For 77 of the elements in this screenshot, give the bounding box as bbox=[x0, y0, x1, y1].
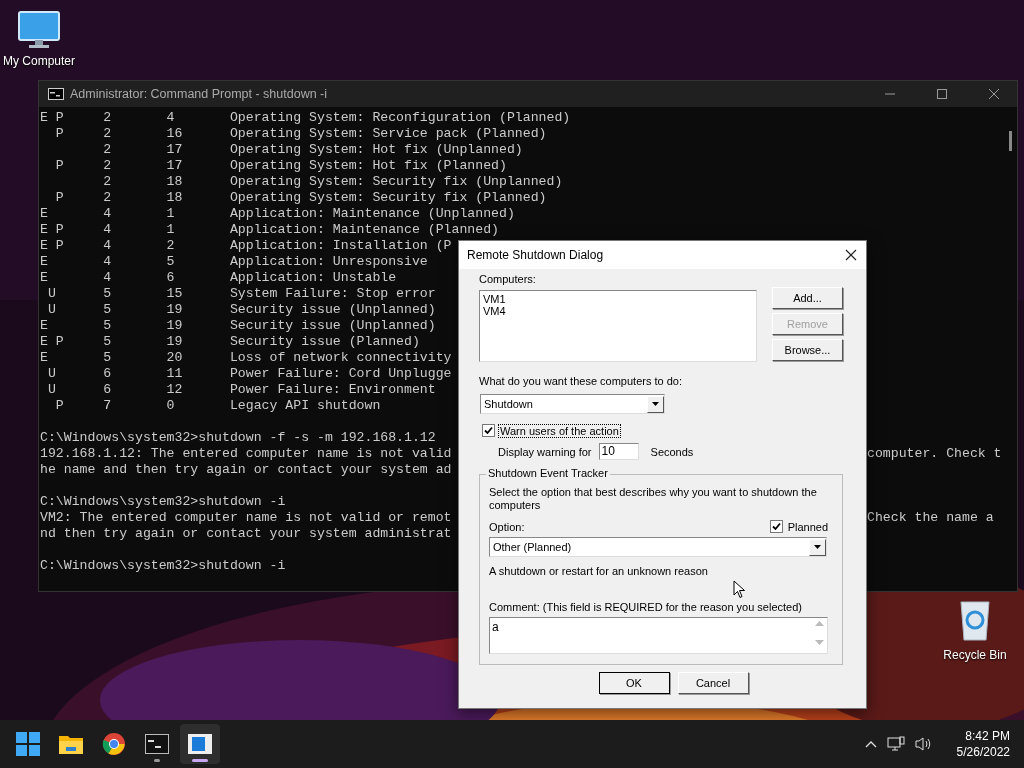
caret-icon bbox=[652, 402, 659, 406]
console-line: he name and then try again or contact your system ad bbox=[40, 462, 452, 478]
console-line: P 2 18 Operating System: Security fix (Planned) bbox=[54, 190, 547, 206]
console-line: E 4 5 Application: Unresponsive bbox=[40, 254, 428, 270]
dialog-title: Remote Shutdown Dialog bbox=[467, 248, 604, 262]
console-line: E P 2 4 Operating System: Reconfiguration (Planned) bbox=[40, 110, 571, 126]
window-title: Administrator: Command Prompt - shutdown -i bbox=[70, 87, 328, 101]
console-line: 2 18 Operating System: Security fix (Unplanned) bbox=[102, 174, 563, 190]
console-line: C:\Windows\system32>shutdown -f -s -m 192.168.1.12 bbox=[40, 430, 436, 446]
console-line: P 2 17 Operating System: Hot fix (Planned) bbox=[54, 158, 507, 174]
folder-icon bbox=[58, 733, 84, 755]
caret-icon bbox=[814, 545, 821, 549]
console-line: E 4 1 Application: Maintenance (Unplanned) bbox=[40, 206, 515, 222]
console-line: U 5 19 Security issue (Unplanned) bbox=[46, 302, 436, 318]
console-line: P 2 16 Operating System: Service pack (Planned) bbox=[54, 126, 547, 142]
checkbox-label[interactable]: Planned bbox=[787, 520, 828, 533]
terminal-icon bbox=[48, 88, 64, 100]
chevron-up-icon[interactable] bbox=[864, 740, 877, 748]
console-line: E 5 20 Loss of network connectivity bbox=[40, 350, 452, 366]
console-line: 192.168.1.12: The entered computer name is not valid bbox=[40, 446, 452, 462]
desktop-icon-label[interactable]: Recycle Bin bbox=[943, 648, 1007, 662]
unit-label: Seconds bbox=[650, 445, 694, 458]
terminal-icon bbox=[145, 734, 169, 754]
console-line: U 6 11 Power Failure: Cord Unplugge bbox=[46, 366, 452, 382]
network-icon[interactable] bbox=[886, 736, 905, 752]
field-label: Option: bbox=[489, 520, 525, 533]
console-line: E 4 6 Application: Unstable bbox=[40, 270, 397, 286]
volume-icon[interactable] bbox=[914, 736, 933, 752]
checkbox[interactable] bbox=[482, 424, 495, 437]
console-line: E P 4 1 Application: Maintenance (Planned) bbox=[40, 222, 499, 238]
taskbar-app[interactable] bbox=[180, 724, 220, 764]
console-line: Check the name a bbox=[867, 510, 995, 526]
scrollbar[interactable] bbox=[1009, 131, 1012, 151]
side-button[interactable]: Browse... bbox=[772, 339, 843, 361]
computer-list[interactable]: VM1 VM4 bbox=[479, 290, 757, 362]
list-item[interactable]: VM1 bbox=[483, 293, 506, 305]
seconds-field[interactable]: 10 bbox=[598, 443, 639, 460]
console-line: C:\Windows\system32>shutdown -i bbox=[40, 558, 286, 574]
console-line: E 5 19 Security issue (Unplanned) bbox=[40, 318, 436, 334]
comment-field[interactable]: a bbox=[489, 617, 828, 654]
field-label: What do you want these computers to do: bbox=[479, 375, 683, 387]
close-icon[interactable] bbox=[988, 88, 1000, 100]
clock-date[interactable]: 5/26/2022 bbox=[956, 744, 1010, 760]
windows-logo-icon bbox=[16, 732, 40, 756]
checkbox-label[interactable]: Warn users of the action bbox=[499, 424, 620, 437]
side-button[interactable]: Add... bbox=[772, 287, 843, 309]
field-label: Computers: bbox=[479, 273, 537, 285]
list-item[interactable]: VM4 bbox=[483, 305, 506, 317]
option-dropdown[interactable]: Other (Planned) bbox=[489, 537, 827, 557]
group-title: Shutdown Event Tracker bbox=[486, 467, 610, 479]
console-line: VM2: The entered computer name is not valid or remot bbox=[40, 510, 452, 526]
console-line: U 6 12 Power Failure: Environment bbox=[46, 382, 436, 398]
scroll-arrows-icon bbox=[815, 620, 824, 646]
desktop-icon-label[interactable]: My Computer bbox=[3, 54, 75, 68]
close-icon[interactable] bbox=[845, 249, 857, 261]
checkbox[interactable] bbox=[769, 520, 783, 533]
action-dropdown[interactable]: Shutdown bbox=[480, 394, 665, 414]
clock-time[interactable]: 8:42 PM bbox=[965, 728, 1010, 744]
console-line: computer. Check t bbox=[867, 446, 1003, 462]
field-label: Display warning for bbox=[498, 445, 592, 458]
console-line: U 5 15 System Failure: Stop error bbox=[46, 286, 436, 302]
console-line: 2 17 Operating System: Hot fix (Unplanned) bbox=[102, 142, 523, 158]
console-line: E P 5 19 Security issue (Planned) bbox=[40, 334, 420, 350]
dialog-button[interactable]: OK bbox=[598, 672, 670, 694]
mouse-pointer-icon bbox=[733, 580, 746, 599]
monitor-icon[interactable] bbox=[17, 10, 61, 50]
description-text: A shutdown or restart for an unknown reason bbox=[489, 565, 709, 577]
dialog-button[interactable]: Cancel bbox=[677, 672, 749, 694]
console-line: C:\Windows\system32>shutdown -i bbox=[40, 494, 286, 510]
console-line: E P 4 2 Application: Installation (P bbox=[40, 238, 452, 254]
browser-icon bbox=[102, 732, 126, 756]
console-line: nd then try again or contact your system administrat bbox=[40, 526, 452, 542]
description-text: Select the option that best describes why you want to shutdown the computers bbox=[489, 486, 818, 512]
console-line: P 7 0 Legacy API shutdown bbox=[54, 398, 381, 414]
field-label: Comment: (This field is REQUIRED for the reason you selected) bbox=[489, 601, 803, 613]
maximize-icon[interactable] bbox=[936, 88, 948, 100]
window-icon bbox=[188, 734, 212, 754]
